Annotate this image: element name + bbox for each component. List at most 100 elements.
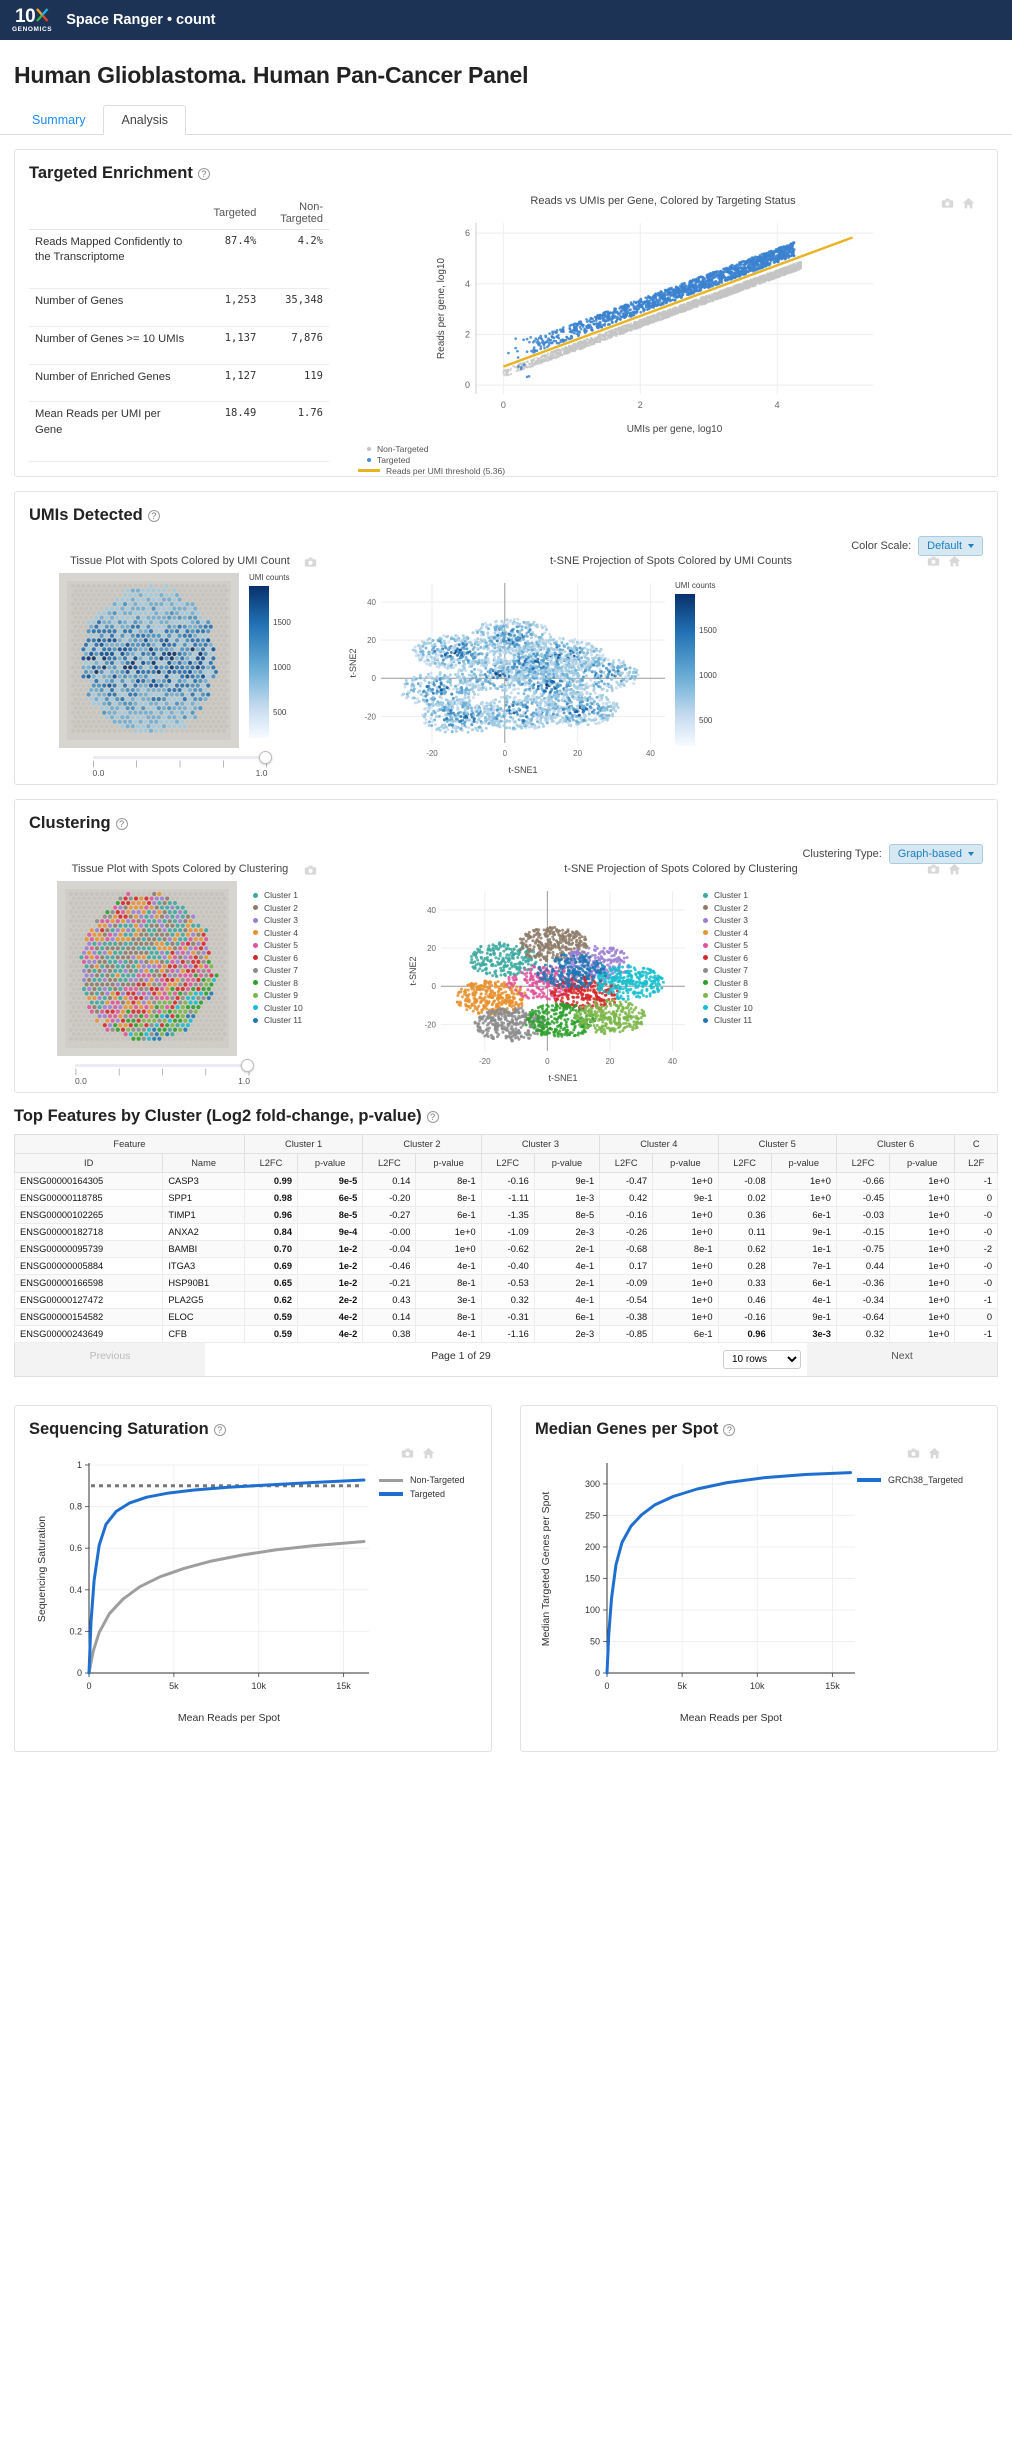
cluster-legend-item[interactable]: Cluster 5 [703,939,753,952]
home-icon[interactable] [422,1447,435,1460]
legend-item-threshold[interactable]: Reads per UMI threshold (5.36) [329,465,997,476]
sub-header-8: L2FC [599,1153,654,1173]
help-icon[interactable]: ? [426,1110,439,1123]
legend-item-non-targeted[interactable]: Non-Targeted [379,1473,465,1487]
feature-cell: 0.98 [243,1189,299,1207]
legend-item-grch38-targeted[interactable]: GRCh38_Targeted [857,1473,963,1487]
chevron-down-icon [968,544,974,548]
top-features-table: Feature Cluster 1 Cluster 2 Cluster 3 Cl… [13,1134,998,1343]
cluster-legend-item[interactable]: Cluster 8 [253,977,303,990]
cluster-legend-item[interactable]: Cluster 3 [253,914,303,927]
group-header-row: Feature Cluster 1 Cluster 2 Cluster 3 Cl… [14,1134,998,1154]
cluster-legend-item[interactable]: Cluster 3 [703,914,753,927]
slider-knob[interactable] [241,1059,254,1072]
tab-analysis[interactable]: Analysis [103,105,187,135]
feature-cell: 9e-1 [652,1189,719,1207]
slider-track[interactable] [75,1059,254,1072]
plot-toolbar [927,555,961,568]
feature-cell: -0.40 [480,1257,535,1275]
clustering-type-label: Clustering Type: [802,848,882,860]
home-icon[interactable] [948,555,961,568]
cluster-legend-item[interactable]: Cluster 9 [703,989,753,1002]
sub-header-10: L2FC [717,1153,772,1173]
cluster-legend-item[interactable]: Cluster 11 [253,1014,303,1027]
median-genes-title: Median Genes per Spot ? [521,1406,997,1443]
umis-detected-title: UMIs Detected ? [15,492,997,529]
group-header-cluster-6: Cluster 6 [835,1134,956,1154]
cluster-legend-item[interactable]: Cluster 10 [703,1002,753,1015]
feature-cell: -0.68 [599,1240,654,1258]
cluster-legend-item[interactable]: Cluster 6 [253,952,303,965]
cluster-tsne-body: -20 0 20 40 40 20 0 -20 t-SNE2 t-SNE1 Cluster 1 Cl… [405,875,997,1085]
help-icon[interactable]: ? [147,509,160,522]
next-page-button[interactable]: Next [807,1343,997,1376]
clustering-type-dropdown[interactable]: Graph-based [888,844,983,864]
camera-icon[interactable] [927,555,940,568]
cluster-legend-label: Cluster 5 [714,940,749,951]
cluster-legend-item[interactable]: Cluster 5 [253,939,303,952]
table-row: ENSG00000102265 TIMP1 0.96 8e-5 -0.27 6e-1 -1.… [13,1206,998,1224]
umi-colorbar: UMI counts 1500 1000 500 [249,573,301,748]
rows-per-page-select[interactable]: 10 rows [723,1350,801,1369]
camera-icon[interactable] [401,1447,414,1460]
help-icon[interactable]: ? [115,817,128,830]
slider-knob[interactable] [258,751,272,764]
rows-per-page-select-wrap[interactable]: 10 rows [717,1343,807,1376]
cluster-legend-item[interactable]: Cluster 2 [253,902,303,915]
cluster-legend-item[interactable]: Cluster 11 [703,1014,753,1027]
legend-label: Non-Targeted [410,1475,465,1485]
sub-header-7: p-value [533,1153,601,1173]
cluster-legend-item[interactable]: Cluster 2 [703,902,753,915]
feature-cell: 9e-5 [296,1172,364,1190]
camera-icon[interactable] [304,556,317,569]
tab-summary[interactable]: Summary [14,105,103,135]
cluster-legend-item[interactable]: Cluster 7 [253,964,303,977]
tissue-plot-umi[interactable] [59,573,239,748]
slider-track[interactable] [92,751,272,764]
cluster-legend-item[interactable]: Cluster 8 [703,977,753,990]
legend-item-targeted[interactable]: Targeted [379,1487,465,1501]
cluster-legend-item[interactable]: Cluster 10 [253,1002,303,1015]
cluster-color-dot-icon [703,967,708,973]
cluster-legend-item[interactable]: Cluster 4 [253,927,303,940]
feature-cell: 1e+0 [652,1223,719,1241]
feature-cell: -0.75 [835,1240,891,1258]
feature-cell: 9e-1 [770,1223,837,1241]
cluster-legend-item[interactable]: Cluster 6 [703,952,753,965]
cluster-legend-item[interactable]: Cluster 7 [703,964,753,977]
cluster-legend-item[interactable]: Cluster 1 [253,889,303,902]
home-icon[interactable] [948,863,961,876]
cluster-legend-item[interactable]: Cluster 1 [703,889,753,902]
tsne-plot-clustering[interactable]: -20 0 20 4040200-20t-SNE2t-SNE1 [405,875,695,1085]
help-icon[interactable]: ? [723,1423,736,1436]
help-icon[interactable]: ? [213,1423,226,1436]
home-icon[interactable] [962,197,975,210]
slider-range: 0.0 1.0 [75,1076,250,1086]
camera-icon[interactable] [941,197,954,210]
cluster-legend-item[interactable]: Cluster 4 [703,927,753,940]
feature-id: ENSG00000102265 [13,1206,164,1224]
feature-cell: 8e-1 [415,1189,482,1207]
legend-item-targeted[interactable]: Targeted [329,454,997,465]
tsne-plot-umi[interactable]: -20 0 20 4040200-20t-SNE2t-SNE1 [345,567,675,777]
cluster-opacity-slider[interactable]: | | | | | 0.0 1.0 [75,1059,254,1086]
color-scale-dropdown[interactable]: Default [918,536,983,556]
feature-cell: -0.64 [835,1308,891,1326]
home-icon[interactable] [928,1447,941,1460]
help-icon[interactable]: ? [197,167,210,180]
color-scale-value: Default [927,540,962,552]
feature-cell: 0.38 [362,1325,417,1343]
previous-page-button[interactable]: Previous [15,1343,205,1376]
feature-cell: 0.62 [243,1291,299,1309]
camera-icon[interactable] [907,1447,920,1460]
clustering-type-control: Clustering Type: Graph-based [802,844,983,864]
cluster-legend-item[interactable]: Cluster 9 [253,989,303,1002]
svg-text:2: 2 [465,329,470,339]
umi-opacity-slider[interactable]: | | | | | 0.0 1.0 [92,751,272,778]
col-header-blank [29,197,196,230]
camera-icon[interactable] [304,864,317,877]
camera-icon[interactable] [927,863,940,876]
legend-item-non-targeted[interactable]: Non-Targeted [329,443,997,454]
tissue-plot-clustering[interactable] [57,881,237,1056]
feature-cell: 1e+0 [652,1257,719,1275]
